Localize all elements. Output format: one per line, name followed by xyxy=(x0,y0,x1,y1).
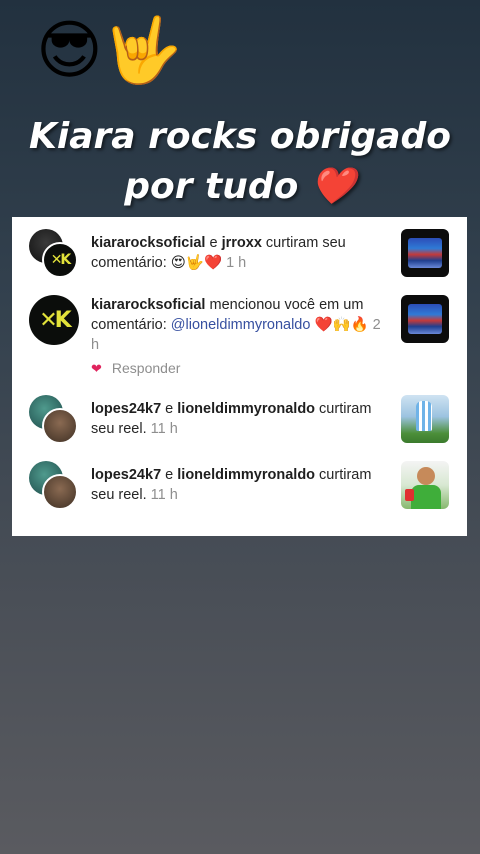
reply-button[interactable]: Responder xyxy=(112,360,181,376)
caption-line-1: Kiara rocks obrigado xyxy=(29,116,451,157)
emoji-sticker: 😎🤟 xyxy=(36,14,183,86)
avatar-single[interactable]: ✕K xyxy=(29,295,79,345)
post-thumbnail[interactable] xyxy=(401,295,449,343)
timestamp: 11 h xyxy=(150,487,178,503)
reel-thumbnail[interactable] xyxy=(401,395,449,443)
kr-logo-avatar-icon: ✕K xyxy=(29,295,79,345)
heart-icon[interactable]: ❤ xyxy=(91,361,102,376)
username[interactable]: lioneldimmyronaldo xyxy=(177,401,315,417)
post-thumbnail[interactable] xyxy=(401,229,449,277)
timestamp: 1 h xyxy=(226,255,247,271)
emoji-text: 😍🤟❤️ xyxy=(170,255,223,271)
username[interactable]: kiararocksoficial xyxy=(91,235,205,251)
reply-row: ❤ Responder xyxy=(91,360,180,377)
avatar xyxy=(42,474,78,510)
avatar-stack[interactable]: ✕K xyxy=(29,229,79,279)
notification-text: lopes24k7 e lioneldimmyronaldo curtiram … xyxy=(91,467,372,503)
username[interactable]: jrroxx xyxy=(222,235,262,251)
mention-link[interactable]: @lioneldimmyronaldo xyxy=(171,317,311,333)
caption-line-2: por tudo ❤️ xyxy=(124,166,356,207)
avatar-stack[interactable] xyxy=(29,461,79,511)
notifications-screenshot-card: ✕K kiararocksoficial e jrroxx curtiram s… xyxy=(12,217,467,536)
reel-image-icon xyxy=(417,467,435,485)
story-caption: Kiara rocks obrigado por tudo ❤️ xyxy=(0,112,480,212)
timestamp: 11 h xyxy=(150,421,178,437)
avatar-stack[interactable] xyxy=(29,395,79,445)
username[interactable]: lopes24k7 xyxy=(91,467,161,483)
username[interactable]: lopes24k7 xyxy=(91,401,161,417)
notification-text: kiararocksoficial e jrroxx curtiram seu … xyxy=(91,235,346,271)
username[interactable]: kiararocksoficial xyxy=(91,297,205,313)
post-image-icon xyxy=(408,238,442,268)
reel-thumbnail[interactable] xyxy=(401,461,449,509)
username[interactable]: lioneldimmyronaldo xyxy=(177,467,315,483)
notification-text: lopes24k7 e lioneldimmyronaldo curtiram … xyxy=(91,401,372,437)
reel-image-icon xyxy=(416,401,432,431)
post-image-icon xyxy=(408,304,442,334)
notification-text: kiararocksoficial mencionou você em um c… xyxy=(91,297,381,353)
kr-logo-avatar-icon: ✕K xyxy=(42,242,78,278)
avatar xyxy=(42,408,78,444)
emoji-text: ❤️🙌🔥 xyxy=(310,317,369,333)
